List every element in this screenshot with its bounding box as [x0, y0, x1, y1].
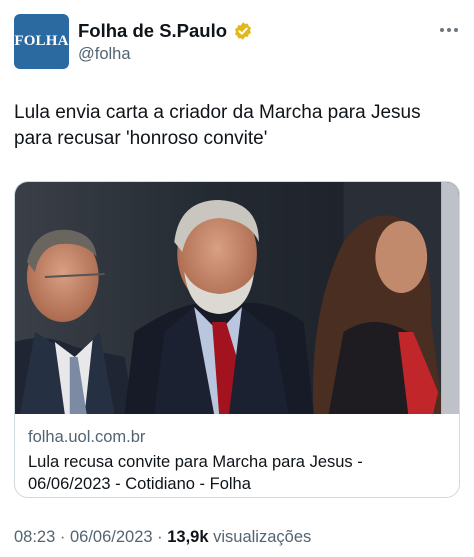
- tweet-date[interactable]: 06/06/2023: [70, 528, 153, 546]
- tweet-header: FOLHA Folha de S.Paulo @folha: [14, 14, 460, 70]
- views-label: visualizações: [208, 528, 312, 546]
- separator: ·: [152, 528, 168, 546]
- author-names: Folha de S.Paulo @folha: [78, 20, 253, 64]
- card-photo[interactable]: [15, 182, 459, 414]
- display-name-row: Folha de S.Paulo: [78, 20, 253, 42]
- display-name[interactable]: Folha de S.Paulo: [78, 20, 227, 42]
- tweet-time[interactable]: 08:23: [14, 528, 55, 546]
- separator: ·: [55, 528, 70, 546]
- handle[interactable]: @folha: [78, 45, 253, 64]
- card-meta: folha.uol.com.br Lula recusa convite par…: [15, 414, 459, 495]
- avatar-logo-text: FOLHA: [14, 33, 69, 49]
- views-count[interactable]: 13,9k: [167, 528, 208, 546]
- more-dots-icon[interactable]: [440, 28, 458, 32]
- tweet-text: Lula envia carta a criador da Marcha par…: [14, 102, 421, 149]
- tweet-footer: 08:23 · 06/06/2023 · 13,9k visualizações: [14, 528, 311, 547]
- link-card[interactable]: folha.uol.com.br Lula recusa convite par…: [14, 181, 460, 498]
- avatar[interactable]: FOLHA: [14, 14, 69, 69]
- verified-badge-icon[interactable]: [233, 21, 253, 41]
- card-domain: folha.uol.com.br: [28, 428, 146, 446]
- card-title[interactable]: Lula recusa convite para Marcha para Jes…: [28, 451, 446, 495]
